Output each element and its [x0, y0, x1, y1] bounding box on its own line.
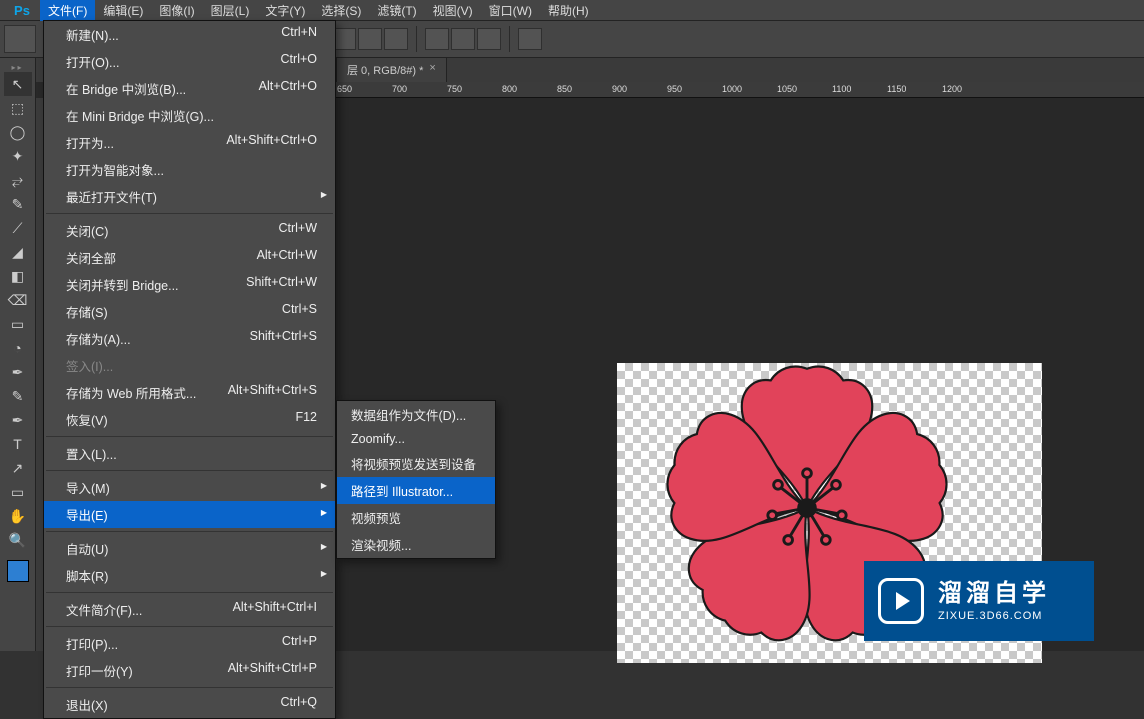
menu-file[interactable]: 文件(F) — [40, 0, 95, 21]
file-menu-item[interactable]: 自动(U) — [44, 535, 335, 562]
file-menu-item[interactable]: 存储(S)Ctrl+S — [44, 298, 335, 325]
export-submenu-item[interactable]: 路径到 Illustrator... — [337, 477, 495, 504]
zoom-tool[interactable]: 🔍 — [4, 528, 32, 552]
menu-window[interactable]: 窗口(W) — [481, 0, 540, 21]
file-menu-item[interactable]: 文件简介(F)...Alt+Shift+Ctrl+I — [44, 596, 335, 623]
opt-btn[interactable] — [518, 28, 542, 50]
app-logo: Ps — [4, 0, 40, 20]
eraser-tool[interactable]: ▭ — [4, 312, 32, 336]
export-submenu-item[interactable]: 视频预览 — [337, 504, 495, 531]
file-menu-item[interactable]: 打开(O)...Ctrl+O — [44, 48, 335, 75]
document-tab-label: 层 0, RGB/8#) * — [347, 62, 423, 78]
file-menu-item[interactable]: 关闭并转到 Bridge...Shift+Ctrl+W — [44, 271, 335, 298]
path-select-tool[interactable]: ↗ — [4, 456, 32, 480]
blur-tool[interactable]: ✒ — [4, 360, 32, 384]
file-menu-item[interactable]: 置入(L)... — [44, 440, 335, 467]
menu-view[interactable]: 视图(V) — [425, 0, 481, 21]
menu-type[interactable]: 文字(Y) — [257, 0, 313, 21]
file-menu-item[interactable]: 脚本(R) — [44, 562, 335, 589]
heal-tool[interactable]: ⟋ — [4, 216, 32, 240]
file-menu-item[interactable]: 在 Mini Bridge 中浏览(G)... — [44, 102, 335, 129]
menu-edit[interactable]: 编辑(E) — [95, 0, 151, 21]
dodge-tool[interactable]: ✎ — [4, 384, 32, 408]
wand-tool[interactable]: ✦ — [4, 144, 32, 168]
file-menu-item[interactable]: 存储为 Web 所用格式...Alt+Shift+Ctrl+S — [44, 379, 335, 406]
opt-btn[interactable] — [358, 28, 382, 50]
export-submenu-item[interactable]: 将视频预览发送到设备 — [337, 450, 495, 477]
close-icon[interactable]: × — [429, 62, 435, 78]
tool-preset[interactable] — [4, 25, 36, 53]
type-tool[interactable]: T — [4, 432, 32, 456]
hand-tool[interactable]: ✋ — [4, 504, 32, 528]
file-menu-item[interactable]: 退出(X)Ctrl+Q — [44, 691, 335, 718]
brush-tool[interactable]: ◢ — [4, 240, 32, 264]
watermark-subtitle: ZIXUE.3D66.COM — [938, 609, 1050, 623]
file-menu-item[interactable]: 恢复(V)F12 — [44, 406, 335, 433]
play-icon — [878, 578, 924, 624]
menu-layer[interactable]: 图层(L) — [203, 0, 258, 21]
file-menu-dropdown: 新建(N)...Ctrl+N打开(O)...Ctrl+O在 Bridge 中浏览… — [43, 20, 336, 719]
menu-select[interactable]: 选择(S) — [313, 0, 369, 21]
document-tab[interactable]: 层 0, RGB/8#) * × — [336, 57, 447, 82]
menubar: Ps 文件(F) 编辑(E) 图像(I) 图层(L) 文字(Y) 选择(S) 滤… — [0, 0, 1144, 20]
file-menu-item[interactable]: 打印(P)...Ctrl+P — [44, 630, 335, 657]
file-menu-item[interactable]: 新建(N)...Ctrl+N — [44, 21, 335, 48]
file-menu-item[interactable]: 导出(E) — [44, 501, 335, 528]
eyedropper-tool[interactable]: ✎ — [4, 192, 32, 216]
file-menu-item[interactable]: 在 Bridge 中浏览(B)...Alt+Ctrl+O — [44, 75, 335, 102]
history-brush-tool[interactable]: ⌫ — [4, 288, 32, 312]
move-tool[interactable]: ↖ — [4, 72, 32, 96]
file-menu-item[interactable]: 关闭(C)Ctrl+W — [44, 217, 335, 244]
gradient-tool[interactable]: ◔ — [4, 336, 32, 360]
opt-btn[interactable] — [477, 28, 501, 50]
export-submenu-item: 数据组作为文件(D)... — [337, 401, 495, 428]
stamp-tool[interactable]: ◧ — [4, 264, 32, 288]
opt-btn[interactable] — [451, 28, 475, 50]
export-submenu-item[interactable]: Zoomify... — [337, 428, 495, 450]
file-menu-item[interactable]: 打印一份(Y)Alt+Shift+Ctrl+P — [44, 657, 335, 684]
marquee-tool[interactable]: ⬚ — [4, 96, 32, 120]
watermark: 溜溜自学 ZIXUE.3D66.COM — [864, 561, 1094, 641]
foreground-color[interactable] — [7, 560, 29, 582]
crop-tool[interactable]: ⥂ — [4, 168, 32, 192]
file-menu-item[interactable]: 打开为智能对象... — [44, 156, 335, 183]
export-submenu-item[interactable]: 渲染视频... — [337, 531, 495, 558]
file-menu-item[interactable]: 存储为(A)...Shift+Ctrl+S — [44, 325, 335, 352]
file-menu-item: 签入(I)... — [44, 352, 335, 379]
toolbox: ▸▸ ↖ ⬚ ◯ ✦ ⥂ ✎ ⟋ ◢ ◧ ⌫ ▭ ◔ ✒ ✎ ✒ T ↗ ▭ ✋… — [0, 58, 36, 651]
export-submenu: 数据组作为文件(D)...Zoomify...将视频预览发送到设备路径到 Ill… — [336, 400, 496, 559]
toolbox-grip[interactable]: ▸▸ — [1, 62, 35, 72]
lasso-tool[interactable]: ◯ — [4, 120, 32, 144]
file-menu-item[interactable]: 关闭全部Alt+Ctrl+W — [44, 244, 335, 271]
shape-tool[interactable]: ▭ — [4, 480, 32, 504]
file-menu-item[interactable]: 导入(M) — [44, 474, 335, 501]
opt-btn[interactable] — [384, 28, 408, 50]
watermark-title: 溜溜自学 — [938, 578, 1050, 609]
file-menu-item[interactable]: 最近打开文件(T) — [44, 183, 335, 210]
menu-filter[interactable]: 滤镜(T) — [369, 0, 424, 21]
opt-btn[interactable] — [425, 28, 449, 50]
menu-help[interactable]: 帮助(H) — [540, 0, 597, 21]
menu-image[interactable]: 图像(I) — [151, 0, 202, 21]
file-menu-item[interactable]: 打开为...Alt+Shift+Ctrl+O — [44, 129, 335, 156]
pen-tool[interactable]: ✒ — [4, 408, 32, 432]
